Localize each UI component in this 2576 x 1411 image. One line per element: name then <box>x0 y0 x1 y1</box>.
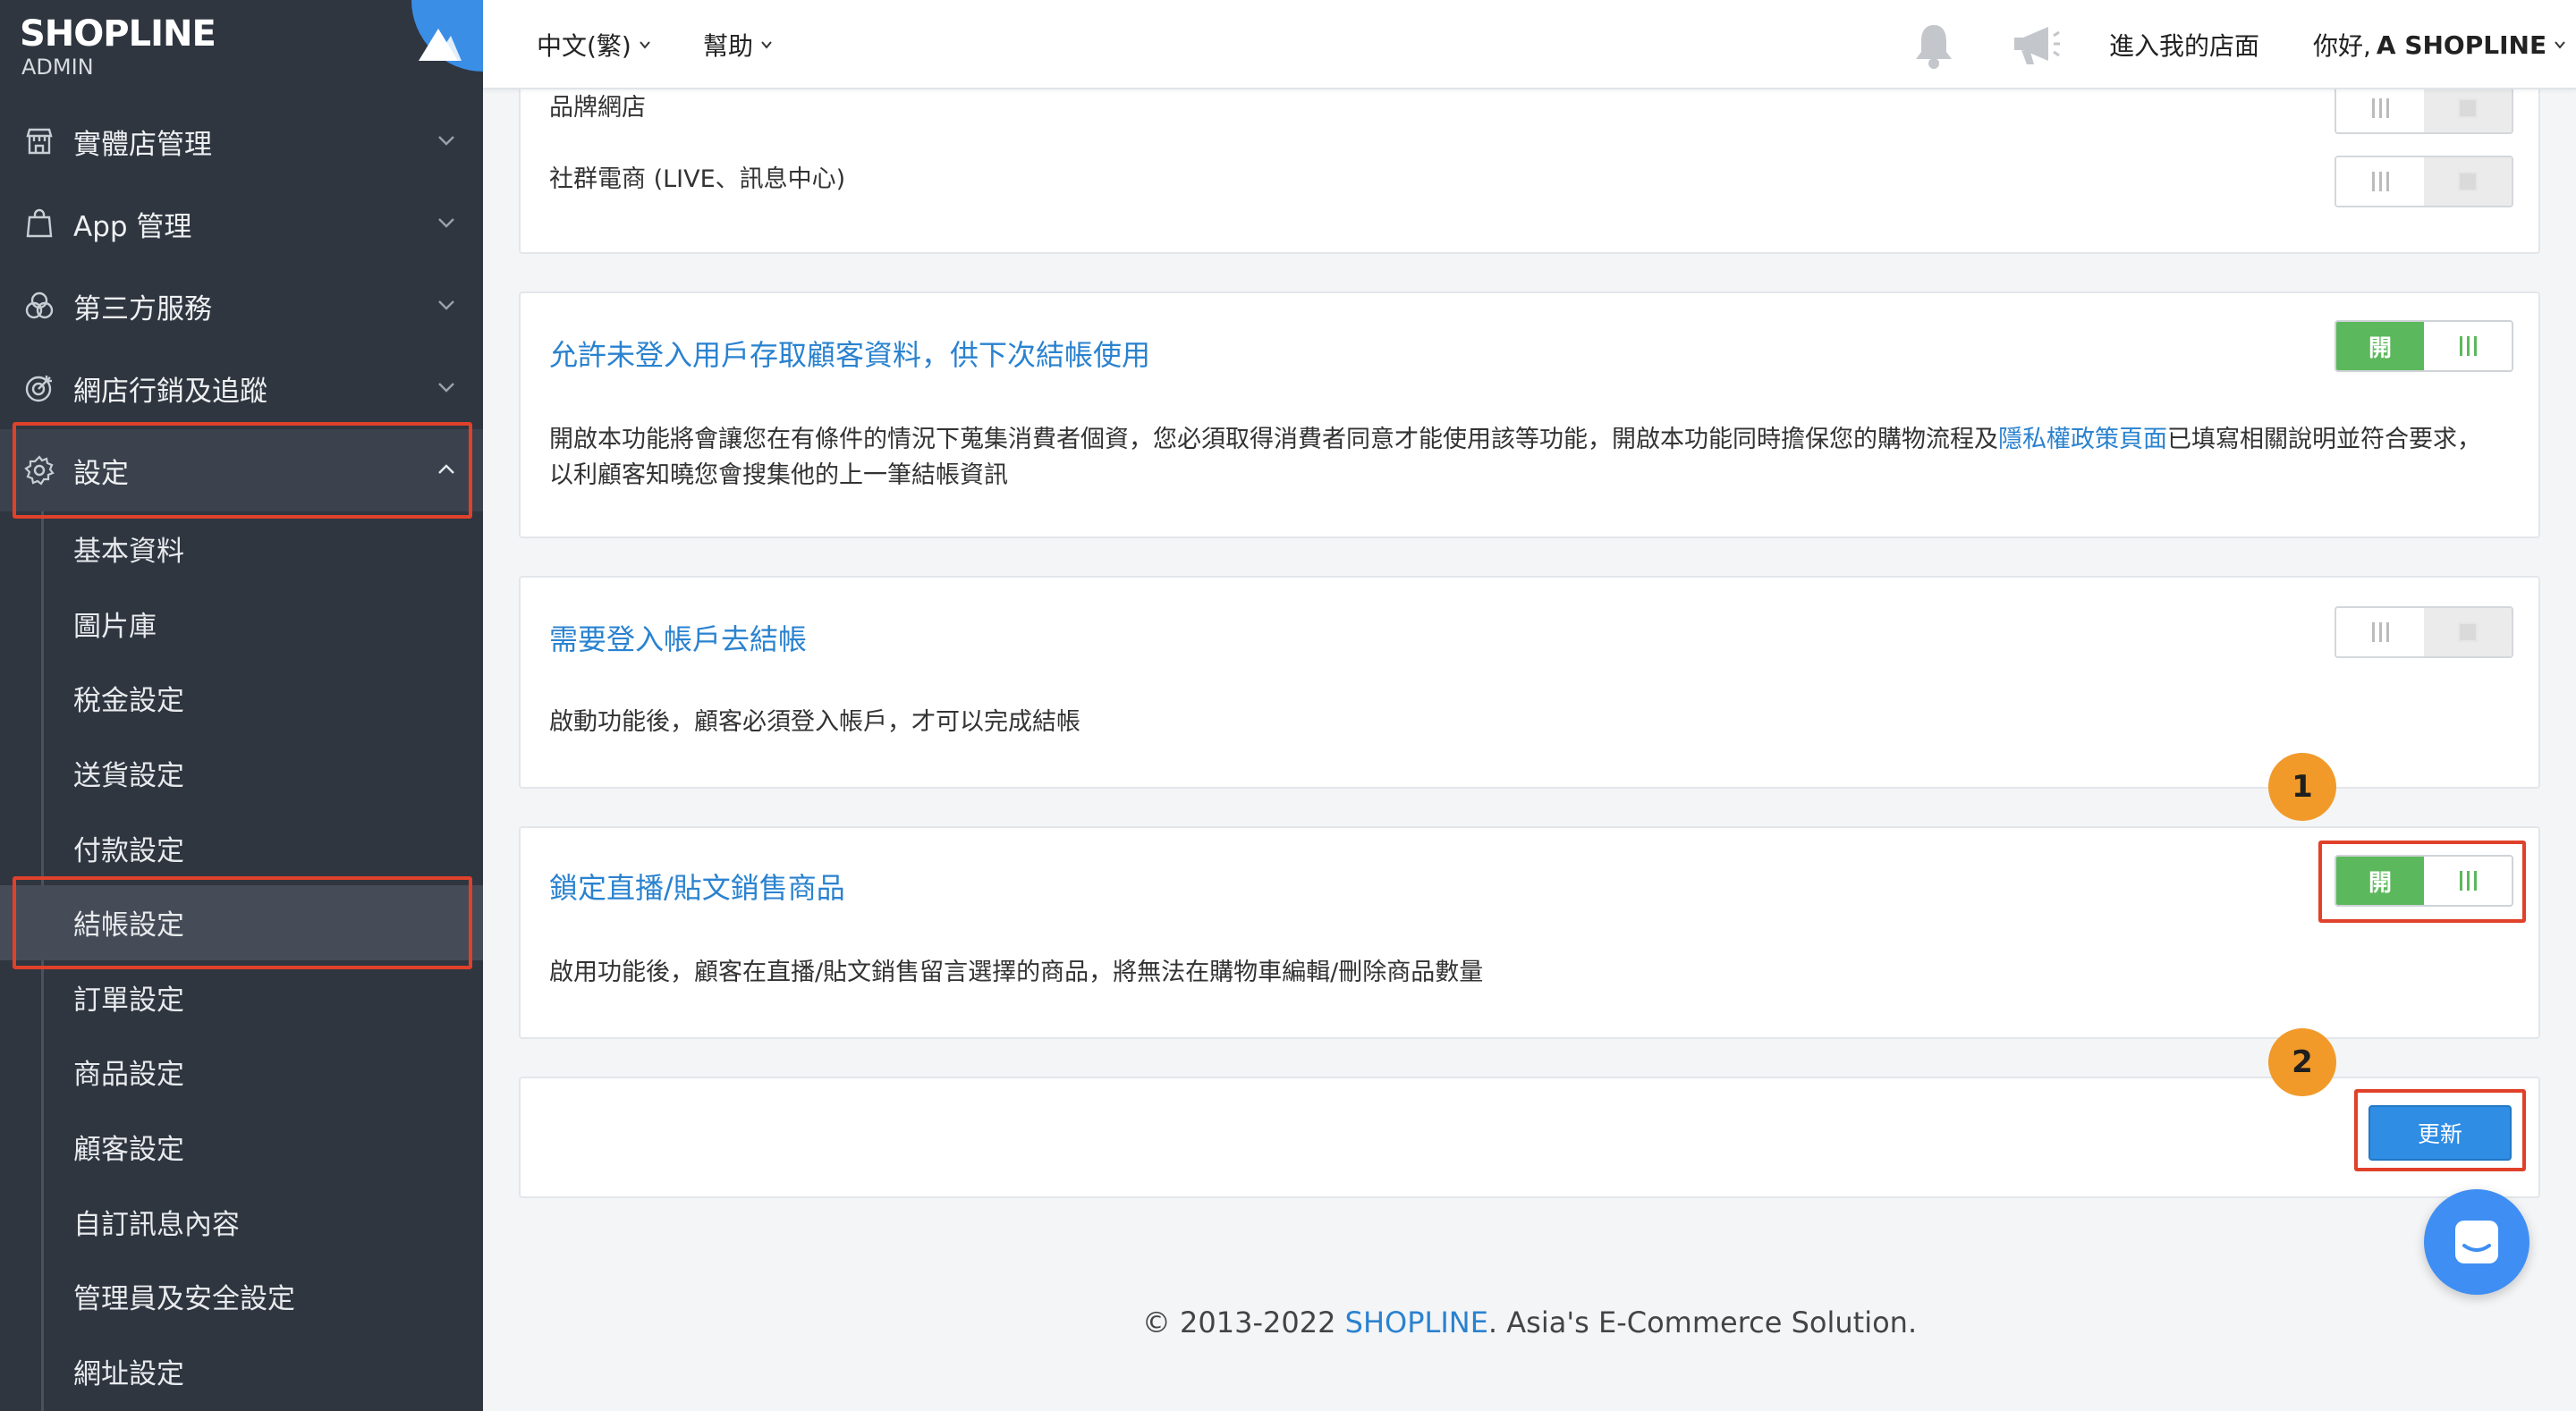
sidebar-item-app-management[interactable]: App 管理 <box>0 182 483 265</box>
chevron-down-icon <box>438 383 454 393</box>
lock-live-products-panel: 鎖定直播/貼文銷售商品 開 啟用功能後，顧客在直播/貼文銷售留言選擇的商品，將無… <box>519 826 2540 1039</box>
toggle-social-commerce[interactable] <box>2334 156 2513 207</box>
sidebar-item-label: 網店行銷及追蹤 <box>73 375 267 408</box>
greeting-prefix: 你好, <box>2313 31 2371 61</box>
grip-icon <box>2459 336 2477 356</box>
sidebar-item-settings[interactable]: 設定 <box>0 429 483 511</box>
grip-icon <box>2371 172 2389 191</box>
target-icon <box>25 376 52 402</box>
megaphone-icon[interactable] <box>2009 23 2061 68</box>
update-button[interactable]: 更新 <box>2368 1105 2512 1161</box>
account-dropdown[interactable]: 你好, A SHOPLINE <box>2313 27 2566 63</box>
panel-title: 鎖定直播/貼文銷售商品 <box>549 871 845 905</box>
chevron-up-icon <box>438 464 454 474</box>
sidebar-subitem-product[interactable]: 商品設定 <box>0 1035 483 1110</box>
footer-suffix: . Asia's E-Commerce Solution. <box>1487 1305 1918 1339</box>
chat-launcher[interactable] <box>2424 1189 2529 1295</box>
step-badge-1: 1 <box>2268 753 2336 821</box>
sidebar-subitem-admin-security[interactable]: 管理員及安全設定 <box>0 1259 483 1334</box>
gear-icon <box>24 455 55 486</box>
language-dropdown[interactable]: 中文(繁) <box>537 27 651 63</box>
sidebar-subitem-delivery[interactable]: 送貨設定 <box>0 736 483 811</box>
sidebar-item-third-party[interactable]: 第三方服務 <box>0 265 483 347</box>
logo-wordmark: SHOPLINE <box>20 13 216 55</box>
sidebar-item-label: 實體店管理 <box>73 128 212 161</box>
require-login-panel: 需要登入帳戶去結帳 啟動功能後，顧客必須登入帳戶，才可以完成結帳 <box>519 576 2540 789</box>
bell-icon[interactable] <box>1911 21 1957 70</box>
sidebar-subitem-payment[interactable]: 付款設定 <box>0 810 483 885</box>
sidebar-subitem-image-library[interactable]: 圖片庫 <box>0 587 483 662</box>
store-icon <box>26 128 53 155</box>
help-dropdown[interactable]: 幫助 <box>703 27 773 63</box>
chevron-down-icon <box>438 300 454 310</box>
chat-icon <box>2455 1221 2498 1263</box>
sidebar-item-label: 設定 <box>73 457 129 490</box>
main-nav: 實體店管理 App 管理 第三方服務 網店行銷及追蹤 設定 <box>0 100 483 511</box>
chevron-down-icon <box>438 136 454 146</box>
chevron-down-icon <box>438 218 454 228</box>
grip-icon <box>2459 871 2477 891</box>
sidebar-subitem-basic-info[interactable]: 基本資料 <box>0 511 483 587</box>
shopping-bag-icon <box>26 208 53 238</box>
footer-brand-link[interactable]: SHOPLINE <box>1345 1305 1488 1339</box>
toggle-on-label: 開 <box>2336 322 2424 370</box>
privacy-policy-link[interactable]: 隱私權政策頁面 <box>1998 426 2167 453</box>
collapse-sidebar-icon[interactable] <box>408 0 483 72</box>
channel-label: 社群電商 (LIVE、訊息中心) <box>549 165 846 193</box>
sidebar-subitem-custom-message[interactable]: 自訂訊息內容 <box>0 1184 483 1259</box>
panel-description: 開啟本功能將會讓您在有條件的情況下蒐集消費者個資，您必須取得消費者同意才能使用該… <box>549 422 2503 494</box>
guest-checkout-data-panel: 允許未登入用戶存取顧客資料，供下次結帳使用 開 開啟本功能將會讓您在有條件的情況… <box>519 291 2540 538</box>
sidebar-subitem-checkout[interactable]: 結帳設定 <box>0 884 483 960</box>
action-panel <box>519 1077 2540 1198</box>
toggle-brand-store[interactable] <box>2334 82 2513 134</box>
grip-icon <box>2371 98 2389 118</box>
description-text: 開啟本功能將會讓您在有條件的情況下蒐集消費者個資，您必須取得消費者同意才能使用該… <box>549 426 1998 453</box>
step-badge-2: 2 <box>2268 1028 2336 1096</box>
panel-description: 啟動功能後，顧客必須登入帳戶，才可以完成結帳 <box>549 708 1080 736</box>
channel-label: 品牌網店 <box>549 94 646 122</box>
top-header: 中文(繁) 幫助 進入我的店面 你好, A SHOPLINE <box>483 0 2576 89</box>
sidebar-subitem-tax[interactable]: 稅金設定 <box>0 661 483 736</box>
settings-submenu: 基本資料 圖片庫 稅金設定 送貨設定 付款設定 結帳設定 訂單設定 商品設定 顧… <box>0 511 483 1411</box>
sidebar: SHOPLINE ADMIN 實體店管理 App 管理 第三方服務 網店行銷及追… <box>0 0 483 1411</box>
circles-icon <box>25 291 54 319</box>
sidebar-subitem-customer[interactable]: 顧客設定 <box>0 1110 483 1185</box>
logo-subtitle: ADMIN <box>21 55 94 80</box>
sidebar-item-store-management[interactable]: 實體店管理 <box>0 100 483 182</box>
sidebar-subitem-url[interactable]: 網址設定 <box>0 1334 483 1409</box>
toggle-require-login[interactable] <box>2334 606 2513 658</box>
sidebar-item-label: 第三方服務 <box>73 292 212 325</box>
grip-icon <box>2371 622 2389 642</box>
enter-store-link[interactable]: 進入我的店面 <box>2109 27 2259 63</box>
toggle-lock-live-products[interactable]: 開 <box>2334 855 2513 907</box>
off-indicator-icon <box>2458 172 2478 191</box>
chevron-down-icon <box>640 41 650 49</box>
toggle-guest-data[interactable]: 開 <box>2334 320 2513 372</box>
panel-title: 需要登入帳戶去結帳 <box>549 622 808 656</box>
account-name: A SHOPLINE <box>2376 30 2547 60</box>
chevron-down-icon <box>761 41 772 49</box>
sidebar-subitem-order[interactable]: 訂單設定 <box>0 960 483 1035</box>
footer-prefix: © 2013-2022 <box>1141 1305 1345 1339</box>
help-label: 幫助 <box>703 31 754 61</box>
off-indicator-icon <box>2458 622 2478 642</box>
chevron-down-icon <box>2555 41 2565 49</box>
sidebar-item-label: App 管理 <box>73 210 192 243</box>
toggle-on-label: 開 <box>2336 857 2424 905</box>
off-indicator-icon <box>2458 98 2478 118</box>
language-label: 中文(繁) <box>537 31 631 61</box>
sidebar-item-marketing[interactable]: 網店行銷及追蹤 <box>0 347 483 429</box>
footer: © 2013-2022 SHOPLINE. Asia's E-Commerce … <box>483 1305 2576 1339</box>
shopline-logo[interactable]: SHOPLINE ADMIN <box>20 13 216 79</box>
panel-title: 允許未登入用戶存取顧客資料，供下次結帳使用 <box>549 338 1151 372</box>
panel-description: 啟用功能後，顧客在直播/貼文銷售留言選擇的商品，將無法在購物車編輯/刪除商品數量 <box>549 959 1484 986</box>
